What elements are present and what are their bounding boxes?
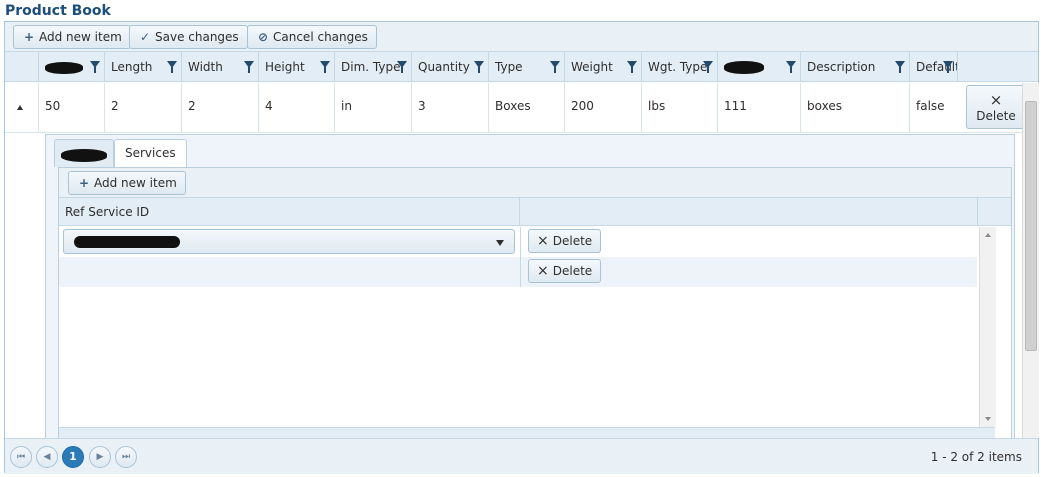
header-actions (957, 52, 1022, 82)
tab-services[interactable]: Services (114, 139, 187, 168)
product-book-grid: + Add new item ✓ Save changes ⊘ Cancel chan… (4, 21, 1039, 474)
scroll-up-icon[interactable] (985, 233, 991, 237)
chevron-down-icon (496, 240, 504, 246)
filter-icon[interactable] (167, 61, 177, 73)
filter-icon[interactable] (627, 61, 637, 73)
filter-icon[interactable] (943, 61, 953, 73)
header-height[interactable]: Height (258, 52, 334, 82)
cell-default[interactable]: false (909, 83, 957, 133)
filter-icon[interactable] (320, 61, 330, 73)
cell-description[interactable]: boxes (800, 83, 909, 133)
filter-icon[interactable] (397, 61, 407, 73)
list-item: × Delete (59, 227, 977, 257)
delete-row-button[interactable]: × Delete (966, 85, 1026, 129)
cell-height[interactable]: 4 (258, 83, 334, 133)
filter-icon[interactable] (90, 61, 100, 73)
header-width[interactable]: Width (181, 52, 258, 82)
close-icon: × (989, 91, 1003, 109)
next-page-icon[interactable]: ▶ (89, 446, 111, 468)
header-description[interactable]: Description (800, 52, 909, 82)
cell-type[interactable]: Boxes (488, 83, 564, 133)
close-icon: × (537, 233, 549, 249)
cancel-icon: ⊘ (257, 30, 269, 44)
header-length[interactable]: Length (104, 52, 181, 82)
header-weight[interactable]: Weight (564, 52, 641, 82)
first-page-icon[interactable]: ⏮ (10, 446, 32, 468)
services-panel: + Add new item Ref Service ID × Delete ×… (58, 167, 1012, 441)
redacted-mark (61, 149, 107, 162)
last-page-icon[interactable]: ⏭ (115, 446, 137, 468)
filter-icon[interactable] (786, 61, 796, 73)
grid-scrollbar[interactable] (1022, 83, 1039, 438)
redacted-mark (74, 236, 180, 248)
add-new-item-button[interactable]: + Add new item (13, 25, 131, 49)
header-dim-type[interactable]: Dim. Type (334, 52, 411, 82)
grid-toolbar: + Add new item ✓ Save changes ⊘ Cancel chan… (5, 22, 1038, 52)
column-divider (520, 227, 521, 257)
cell-redacted-2[interactable]: 111 (717, 83, 800, 133)
scroll-thumb[interactable] (1025, 101, 1037, 351)
header-type[interactable]: Type (488, 52, 564, 82)
cell-wgt-type[interactable]: lbs (641, 83, 717, 133)
header-services-actions (520, 198, 978, 226)
redacted-mark (724, 61, 764, 74)
cell-dim-type[interactable]: in (334, 83, 411, 133)
pager: ⏮ ◀ 1 ▶ ⏭ 1 - 2 of 2 items (5, 438, 1038, 474)
redacted-mark (45, 62, 83, 74)
cell-length[interactable]: 2 (104, 83, 181, 133)
header-default[interactable]: Default (909, 52, 957, 82)
add-service-button[interactable]: + Add new item (68, 171, 186, 195)
cell-width[interactable]: 2 (181, 83, 258, 133)
header-quantity[interactable]: Quantity (411, 52, 488, 82)
prev-page-icon[interactable]: ◀ (36, 446, 58, 468)
filter-icon[interactable] (474, 61, 484, 73)
list-item: × Delete (59, 257, 977, 287)
filter-icon[interactable] (703, 61, 713, 73)
filter-icon[interactable] (895, 61, 905, 73)
cell-redacted-1[interactable]: 50 (38, 83, 104, 133)
cell-quantity[interactable]: 3 (411, 83, 488, 133)
tab-redacted[interactable] (54, 139, 114, 167)
filter-icon[interactable] (244, 61, 254, 73)
header-ref-service-id[interactable]: Ref Service ID (59, 198, 520, 226)
page-title: Product Book (5, 3, 111, 19)
plus-icon: + (23, 30, 35, 44)
scroll-down-icon[interactable] (985, 417, 991, 421)
check-icon: ✓ (139, 30, 151, 44)
detail-panel: Services + Add new item Ref Service ID ×… (45, 134, 1015, 441)
grid-header: Length Width Height Dim. Type Quantity T… (5, 52, 1038, 82)
plus-icon: + (78, 176, 90, 190)
collapse-arrow-icon[interactable] (17, 105, 23, 110)
header-redacted-2[interactable] (717, 52, 800, 82)
header-redacted-1[interactable] (38, 52, 104, 82)
close-icon: × (537, 263, 549, 279)
delete-service-button[interactable]: × Delete (528, 259, 602, 283)
delete-service-button[interactable]: × Delete (528, 229, 602, 253)
services-scrollbar[interactable] (979, 227, 996, 427)
pager-info: 1 - 2 of 2 items (930, 450, 1022, 464)
services-header: Ref Service ID (59, 198, 1011, 226)
current-page-button[interactable]: 1 (62, 446, 84, 468)
save-changes-button[interactable]: ✓ Save changes (129, 25, 248, 49)
cancel-changes-button[interactable]: ⊘ Cancel changes (247, 25, 377, 49)
ref-service-select[interactable] (63, 229, 515, 254)
header-wgt-type[interactable]: Wgt. Type (641, 52, 717, 82)
column-divider (520, 257, 521, 287)
services-toolbar: + Add new item (59, 168, 1011, 198)
cell-weight[interactable]: 200 (564, 83, 641, 133)
table-row: 50 2 2 4 in 3 Boxes 200 lbs 111 boxes fa… (5, 83, 1026, 133)
filter-icon[interactable] (550, 61, 560, 73)
